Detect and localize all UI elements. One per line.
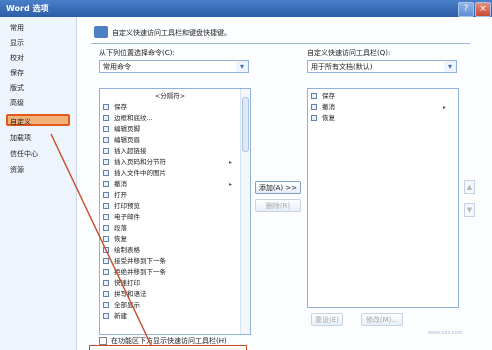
save-icon [311,93,317,99]
border-icon [103,115,109,121]
annotation-highlight-box [89,345,247,350]
list-item[interactable]: 边框和底纹... [100,114,240,123]
quick-print-icon [103,280,109,286]
list-item[interactable]: 保存 [308,92,454,101]
nav-item-resources[interactable]: 资源 [10,164,70,176]
list-item[interactable]: 绘制表格 [100,246,240,255]
show-below-ribbon-checkbox[interactable] [99,337,107,345]
heading-divider [91,43,470,44]
nav-item-customize[interactable]: 自定义 [6,114,70,126]
scroll-thumb[interactable] [242,97,249,152]
header-icon [103,137,109,143]
footer-icon [103,126,109,132]
window-title: Word 选项 [6,4,49,13]
list-item[interactable]: 撤消 ▸ [100,180,240,189]
list-item[interactable]: 段落 [100,224,240,233]
choose-commands-select[interactable]: 常用命令 ▾ [99,60,249,73]
list-item[interactable]: 插入超链接 [100,147,240,156]
list-item[interactable]: 编辑页眉 [100,136,240,145]
open-icon [103,192,109,198]
list-item[interactable]: 撤消 ▸ [308,103,454,112]
page-number-icon [103,159,109,165]
new-icon [103,313,109,319]
choose-commands-label: 从下列位置选择命令(C): [99,49,175,57]
remove-button[interactable]: 删除(R) [255,199,301,212]
toolbar-scope-select[interactable]: 用于所有文档(默认) ▾ [307,60,457,73]
close-button[interactable]: × [475,2,491,17]
nav-item-save[interactable]: 保存 [10,67,70,79]
submenu-arrow-icon: ▸ [228,159,232,166]
toolbar-scope-value: 用于所有文档(默认) [311,63,373,71]
nav-item-layout[interactable]: 版式 [10,82,70,94]
choose-commands-value: 常用命令 [103,63,131,71]
submenu-arrow-icon: ▸ [442,104,446,111]
nav-item-common[interactable]: 常用 [10,22,70,34]
redo-icon [103,236,109,242]
list-item[interactable]: 快速打印 [100,279,240,288]
nav-item-display[interactable]: 显示 [10,37,70,49]
submenu-arrow-icon: ▸ [228,181,232,188]
list-item[interactable]: 全部显示 [100,301,240,310]
chevron-down-icon: ▾ [236,61,248,72]
list-item[interactable]: 保存 [100,103,240,112]
list-item[interactable]: 新建 [100,312,240,321]
accept-icon [103,258,109,264]
list-item[interactable]: 插入文件中的图片 [100,169,240,178]
add-button[interactable]: 添加(A) >> [255,181,301,194]
section-heading: 自定义快速访问工具栏和键盘快捷键。 [112,29,231,37]
paragraph-icon [103,225,109,231]
list-item[interactable]: 恢复 [308,114,454,123]
chevron-down-icon: ▾ [444,61,456,72]
print-preview-icon [103,203,109,209]
options-nav: 常用 显示 校对 保存 版式 高级 自定义 加载项 信任中心 资源 [0,17,77,350]
list-item[interactable]: 编辑页脚 [100,125,240,134]
list-item[interactable]: 打印预览 [100,202,240,211]
help-button[interactable]: ? [458,2,474,17]
list-item[interactable]: 插入页码和分节符 ▸ [100,158,240,167]
nav-item-addins[interactable]: 加载项 [10,132,70,144]
commands-list[interactable]: <分隔符> 保存 边框和底纹... 编辑页脚 编辑页眉 插入超链接 插入页码和分… [99,88,251,335]
reject-icon [103,269,109,275]
watermark: www.xxx.com [428,330,463,336]
modify-button[interactable]: 修改(M)... [361,313,403,326]
move-down-button[interactable]: ▼ [464,203,475,217]
customize-heading-icon [94,26,108,38]
email-icon [103,214,109,220]
list-item[interactable]: 打开 [100,191,240,200]
image-icon [103,170,109,176]
list-item[interactable]: 拼写和语法 [100,290,240,299]
list-item[interactable]: 接受并移到下一条 [100,257,240,266]
move-up-button[interactable]: ▲ [464,180,475,194]
save-icon [103,104,109,110]
spelling-icon [103,291,109,297]
quick-access-toolbar-list[interactable]: 保存 撤消 ▸ 恢复 [307,88,459,308]
list-item[interactable]: 拒绝并移到下一条 [100,268,240,277]
list-item[interactable]: <分隔符> [100,92,240,101]
title-bar: Word 选项 ? × [0,0,492,17]
customize-toolbar-label: 自定义快速访问工具栏(Q): [307,49,391,57]
redo-icon [311,115,317,121]
list-item[interactable]: 电子邮件 [100,213,240,222]
nav-item-advanced[interactable]: 高级 [10,97,70,109]
undo-icon [103,181,109,187]
commands-scrollbar[interactable] [240,89,250,334]
nav-item-proofing[interactable]: 校对 [10,52,70,64]
reset-button[interactable]: 重设(E) [311,313,343,326]
draw-table-icon [103,247,109,253]
link-icon [103,148,109,154]
nav-item-trust-center[interactable]: 信任中心 [10,148,70,160]
list-item[interactable]: 恢复 [100,235,240,244]
undo-icon [311,104,317,110]
show-all-icon [103,302,109,308]
